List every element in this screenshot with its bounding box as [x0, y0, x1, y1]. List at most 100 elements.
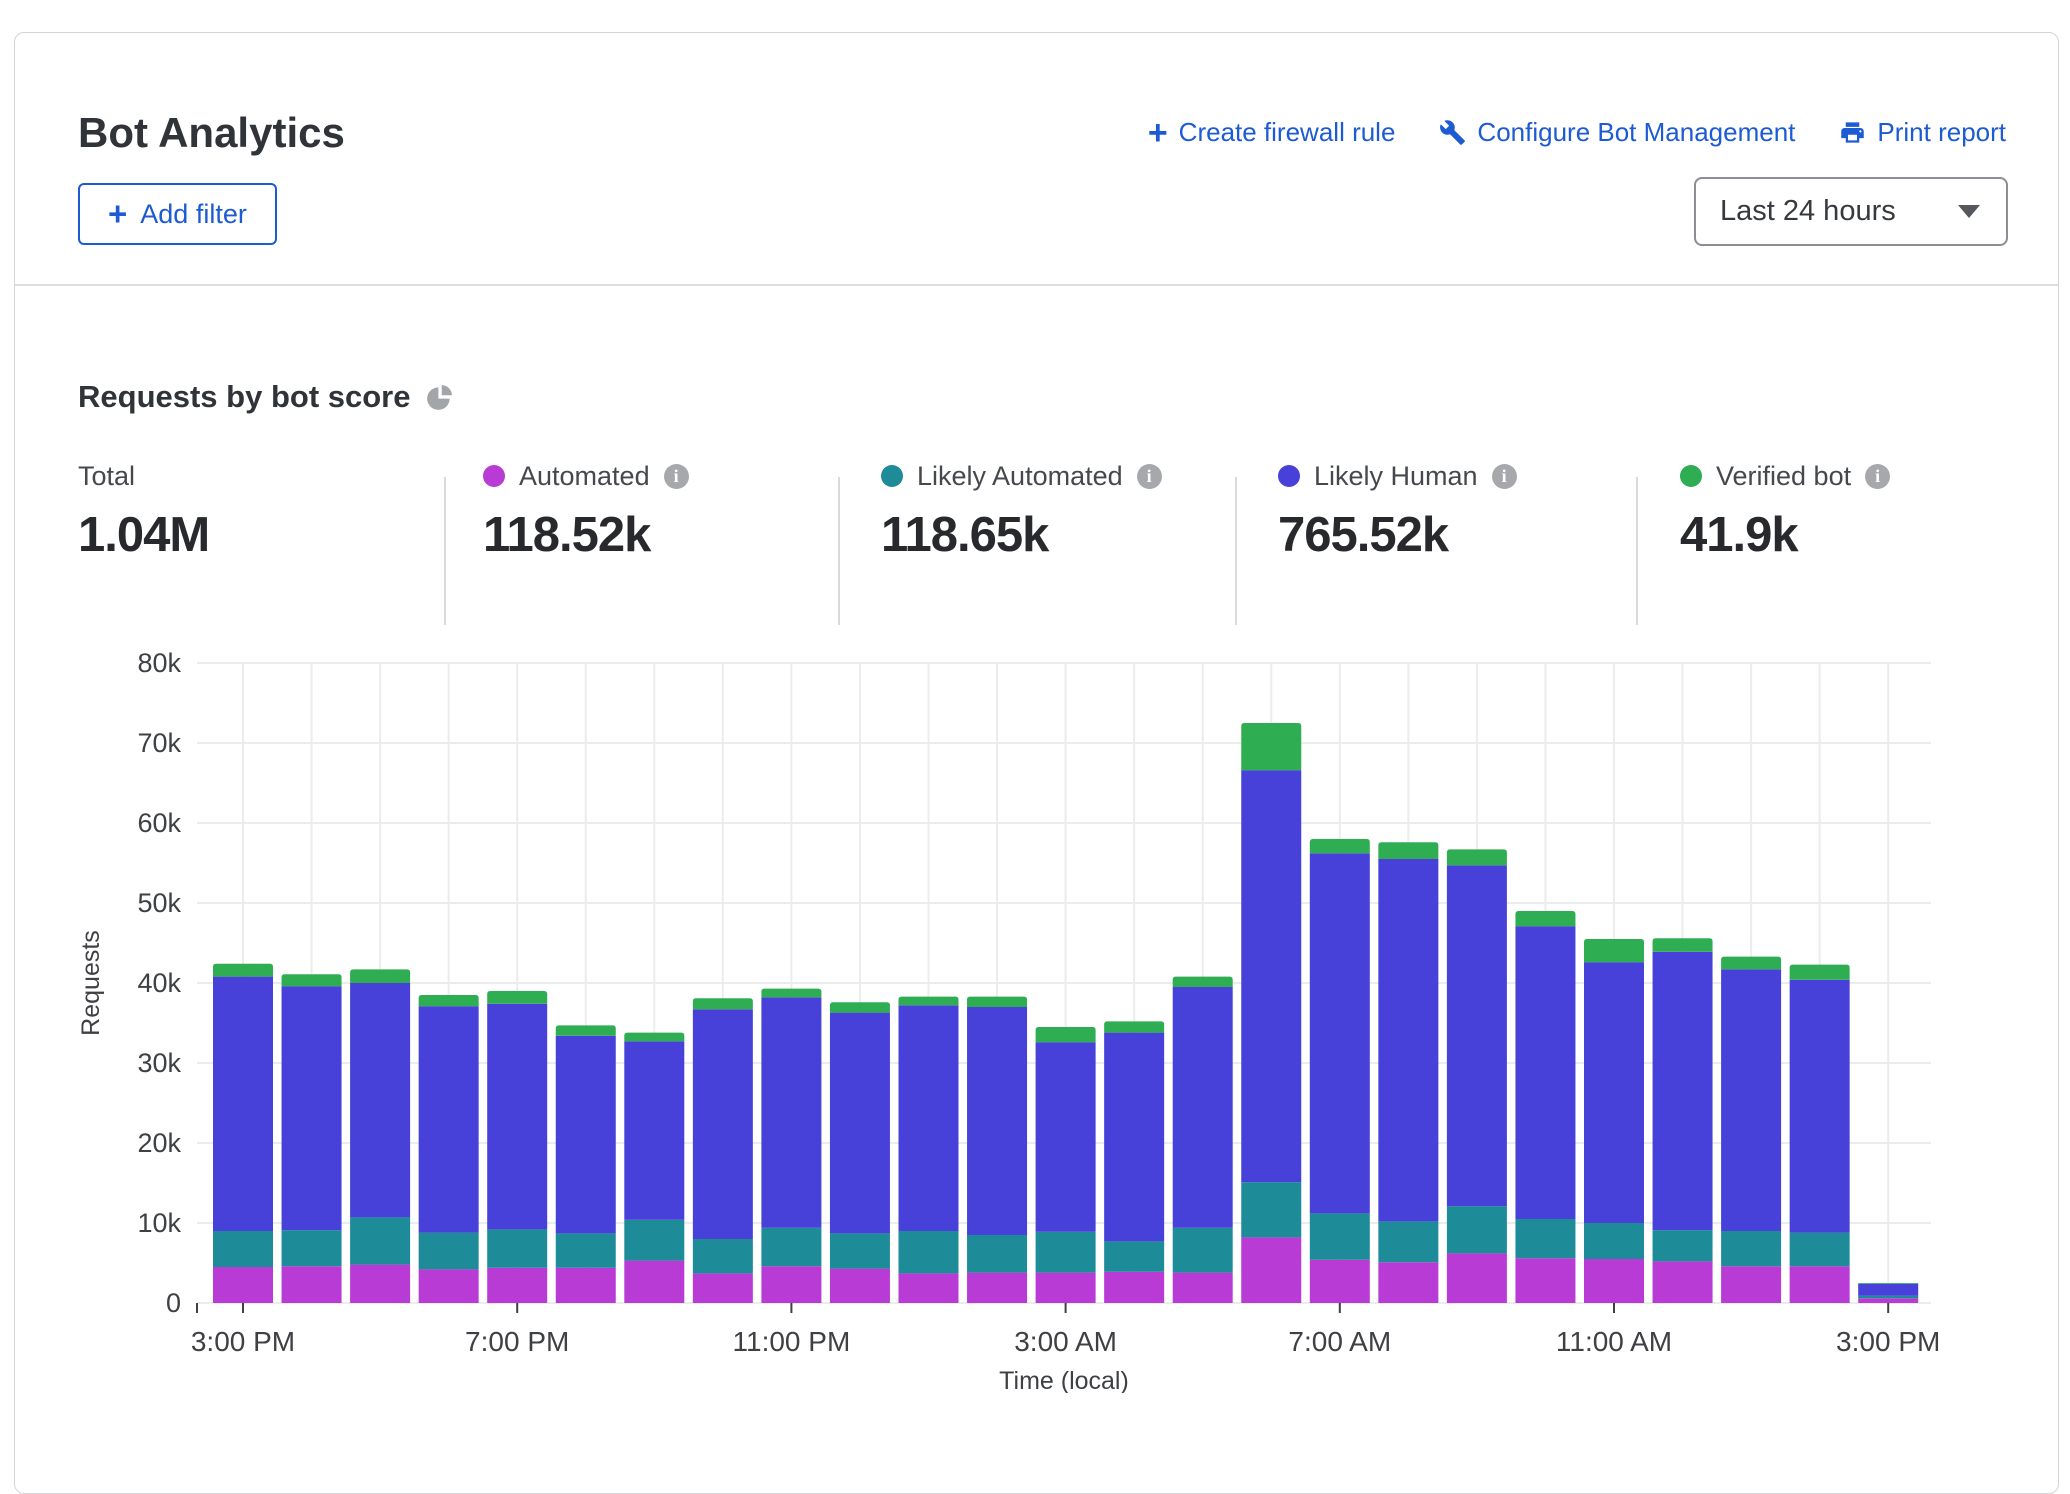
bar-segment-automated [761, 1266, 821, 1303]
add-filter-button[interactable]: + Add filter [78, 183, 277, 245]
create-firewall-rule-link[interactable]: + Create firewall rule [1148, 117, 1396, 148]
bar-segment-verified-bot [967, 997, 1027, 1007]
y-tick-label: 60k [137, 808, 181, 838]
bar-segment-verified-bot [1310, 839, 1370, 853]
bar-segment-likely-human [1378, 859, 1438, 1221]
header-actions: + Create firewall rule Configure Bot Man… [1148, 117, 2006, 148]
bar-segment-automated [419, 1269, 479, 1303]
print-report-label: Print report [1877, 117, 2006, 148]
x-axis-title: Time (local) [999, 1367, 1129, 1393]
y-tick-label: 50k [137, 888, 181, 918]
bar-segment-verified-bot [213, 964, 273, 977]
stat-total-label: Total [78, 461, 135, 492]
y-tick-label: 0 [166, 1288, 181, 1318]
bar-segment-likely-automated [1790, 1233, 1850, 1267]
bar-segment-verified-bot [1173, 977, 1233, 987]
y-tick-label: 80k [137, 648, 181, 678]
bar-segment-verified-bot [693, 998, 753, 1009]
bar-segment-likely-automated [624, 1220, 684, 1261]
bar-segment-automated [1721, 1266, 1781, 1303]
y-tick-label: 70k [137, 728, 181, 758]
wrench-icon [1439, 119, 1466, 146]
bar-segment-verified-bot [487, 991, 547, 1004]
bar-segment-likely-automated [1447, 1206, 1507, 1253]
header-divider [15, 284, 2058, 286]
bar-segment-likely-human [350, 983, 410, 1217]
bar-segment-verified-bot [1241, 723, 1301, 770]
x-tick-label: 7:00 PM [465, 1326, 569, 1357]
info-icon[interactable]: i [1865, 464, 1890, 489]
bar-segment-automated [1584, 1259, 1644, 1303]
bar-segment-automated [1104, 1272, 1164, 1303]
stat-divider [1235, 477, 1237, 625]
bar-segment-likely-human [1653, 952, 1713, 1230]
bar-segment-automated [1515, 1258, 1575, 1303]
x-tick-label: 3:00 AM [1014, 1326, 1117, 1357]
bar-segment-automated [1378, 1262, 1438, 1303]
bar-segment-likely-automated [967, 1235, 1027, 1273]
plus-icon: + [108, 204, 127, 224]
stat-likely-human-value: 765.52k [1278, 507, 1517, 563]
bot-analytics-panel: Bot Analytics + Create firewall rule Con… [14, 32, 2059, 1494]
stat-verified-bot-value: 41.9k [1680, 507, 1890, 563]
bar-segment-verified-bot [1447, 849, 1507, 865]
stat-verified-bot: Verified bot i 41.9k [1680, 461, 1890, 563]
bar-segment-verified-bot [761, 989, 821, 998]
info-icon[interactable]: i [1492, 464, 1517, 489]
configure-bot-management-label: Configure Bot Management [1477, 117, 1795, 148]
bar-segment-likely-human [761, 997, 821, 1227]
bar-segment-likely-human [1310, 853, 1370, 1213]
add-filter-label: Add filter [140, 199, 247, 230]
x-tick-label: 7:00 AM [1288, 1326, 1391, 1357]
stacked-bar-chart-svg: 010k20k30k40k50k60k70k80k3:00 PM7:00 PM1… [61, 641, 1961, 1393]
bar-segment-automated [1858, 1298, 1918, 1303]
y-axis-title: Requests [77, 930, 105, 1036]
bar-segment-likely-human [624, 1041, 684, 1219]
bar-segment-likely-automated [1515, 1219, 1575, 1258]
likely-human-legend-dot [1278, 465, 1300, 487]
bar-segment-likely-automated [1104, 1241, 1164, 1271]
info-icon[interactable]: i [1137, 464, 1162, 489]
print-report-link[interactable]: Print report [1839, 117, 2006, 148]
create-firewall-rule-label: Create firewall rule [1179, 117, 1396, 148]
bar-segment-automated [1036, 1273, 1096, 1303]
bar-segment-automated [624, 1261, 684, 1303]
bar-segment-verified-bot [282, 974, 342, 986]
bar-segment-likely-human [693, 1009, 753, 1239]
stat-likely-human-label: Likely Human [1314, 461, 1478, 492]
y-tick-label: 10k [137, 1208, 181, 1238]
bar-segment-automated [1241, 1237, 1301, 1303]
configure-bot-management-link[interactable]: Configure Bot Management [1439, 117, 1795, 148]
bar-segment-likely-human [967, 1007, 1027, 1235]
bar-segment-likely-human [1173, 987, 1233, 1228]
bar-segment-likely-automated [1584, 1223, 1644, 1259]
bar-segment-likely-human [419, 1006, 479, 1232]
bar-segment-automated [899, 1273, 959, 1303]
bar-segment-likely-automated [761, 1228, 821, 1266]
x-tick-label: 3:00 PM [191, 1326, 295, 1357]
bar-segment-likely-automated [1858, 1296, 1918, 1298]
bar-segment-likely-human [282, 986, 342, 1230]
bar-segment-verified-bot [1515, 911, 1575, 926]
printer-icon [1839, 119, 1866, 146]
time-range-dropdown[interactable]: Last 24 hours [1694, 177, 2008, 246]
stat-likely-automated-label: Likely Automated [917, 461, 1123, 492]
bar-segment-likely-human [830, 1013, 890, 1234]
info-icon[interactable]: i [664, 464, 689, 489]
bar-segment-automated [1447, 1253, 1507, 1303]
bar-segment-likely-human [1584, 962, 1644, 1223]
bar-segment-likely-automated [899, 1231, 959, 1273]
bar-segment-verified-bot [899, 997, 959, 1006]
bar-segment-verified-bot [1584, 939, 1644, 962]
bar-segment-likely-automated [556, 1233, 616, 1267]
stat-likely-human: Likely Human i 765.52k [1278, 461, 1517, 563]
bar-segment-verified-bot [556, 1025, 616, 1035]
bar-segment-likely-automated [1310, 1213, 1370, 1259]
y-tick-label: 20k [137, 1128, 181, 1158]
bar-segment-automated [830, 1269, 890, 1303]
bar-segment-automated [487, 1268, 547, 1303]
bar-segment-likely-automated [1173, 1228, 1233, 1273]
time-range-value: Last 24 hours [1720, 195, 1896, 228]
bar-segment-likely-human [556, 1036, 616, 1234]
section-title: Requests by bot score [78, 379, 410, 415]
